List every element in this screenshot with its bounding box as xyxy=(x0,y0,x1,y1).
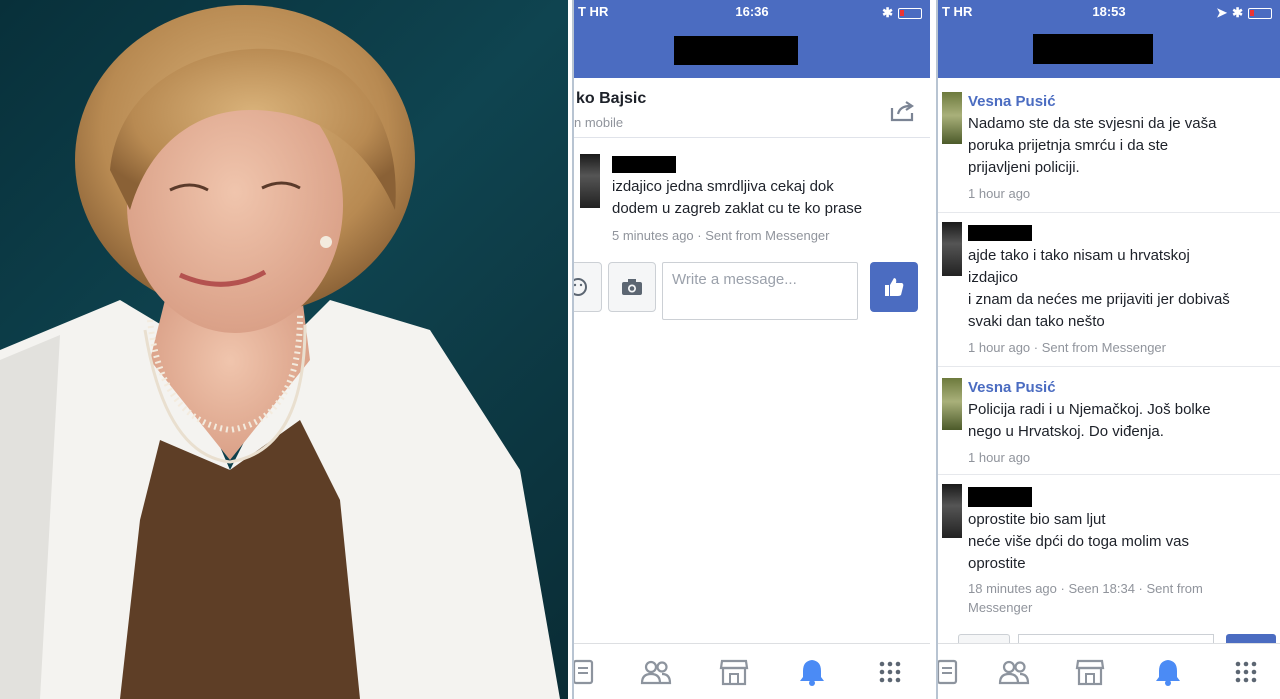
bottom-nav xyxy=(574,643,930,699)
messenger-screen-2: T HR 18:53 ➤ ✱ Vesna Pusić Nadamo ste da… xyxy=(936,0,1280,699)
messenger-screen-1: T HR 16:36 ✱ ko Bajsic n mobile izdajico… xyxy=(572,0,930,699)
message-meta: 1 hour ago xyxy=(968,450,1031,465)
message-input[interactable]: Write a message... xyxy=(662,262,858,320)
message-text: izdajico jedna smrdljiva cekaj dok dodem… xyxy=(612,178,863,217)
battery-icon xyxy=(898,7,922,19)
redacted-sender xyxy=(968,225,1032,241)
camera-button[interactable] xyxy=(608,262,656,312)
like-button[interactable] xyxy=(870,262,918,312)
friends-icon[interactable] xyxy=(640,656,672,688)
contact-name[interactable]: ko Bajsic xyxy=(576,90,646,108)
message-sender[interactable]: Vesna Pusić xyxy=(968,93,1056,110)
thumbs-up-icon xyxy=(885,278,904,296)
status-bar: T HR 16:36 ✱ xyxy=(574,0,930,24)
message-divider xyxy=(938,474,1280,475)
message-text: oprostite bio sam ljut neće više dpći do… xyxy=(968,511,1189,572)
message-meta: 1 hour ago · Sent from Messenger xyxy=(968,340,1166,355)
emoji-button[interactable] xyxy=(574,262,602,312)
avatar xyxy=(942,484,962,538)
redacted-sender xyxy=(612,156,676,173)
bottom-nav xyxy=(938,643,1280,699)
news-feed-icon[interactable] xyxy=(938,656,962,688)
message-divider xyxy=(938,366,1280,367)
battery-icon xyxy=(1248,7,1272,19)
message-sender[interactable]: Vesna Pusić xyxy=(968,379,1056,396)
message-meta: 18 minutes ago · Seen 18:34 · Sent from … xyxy=(968,581,1203,615)
message-divider xyxy=(938,212,1280,213)
message-text: Policija radi i u Njemačkoj. Još bolke n… xyxy=(968,401,1211,440)
avatar xyxy=(942,378,962,430)
menu-grid-icon[interactable] xyxy=(1230,656,1262,688)
marketplace-icon[interactable] xyxy=(718,656,750,688)
message-meta: 1 hour ago xyxy=(968,186,1031,201)
bluetooth-icon: ✱ xyxy=(1232,5,1243,20)
clock: 16:36 xyxy=(735,4,769,19)
message-meta: 5 minutes ago · Sent from Messenger xyxy=(612,228,830,243)
bluetooth-icon: ✱ xyxy=(882,5,893,20)
camera-icon xyxy=(622,279,642,295)
menu-grid-icon[interactable] xyxy=(874,656,906,688)
friends-icon[interactable] xyxy=(998,656,1030,688)
portrait-illustration xyxy=(0,5,560,699)
avatar xyxy=(942,92,962,144)
share-icon[interactable] xyxy=(890,100,916,122)
redacted-sender xyxy=(968,487,1032,507)
avatar xyxy=(580,154,600,208)
avatar xyxy=(942,222,962,276)
composer: Write a message... xyxy=(574,262,930,322)
message-text: Nadamo ste da ste svjesni da je vaša por… xyxy=(968,115,1217,176)
status-bar: T HR 18:53 ➤ ✱ xyxy=(938,0,1280,24)
title-bar xyxy=(574,24,930,78)
news-feed-icon[interactable] xyxy=(574,656,598,688)
redacted-title xyxy=(674,36,798,65)
title-bar xyxy=(938,24,1280,78)
portrait-photo xyxy=(0,0,568,699)
chat-header: ko Bajsic n mobile xyxy=(574,78,930,138)
notifications-bell-icon[interactable] xyxy=(1152,656,1184,688)
message-text: ajde tako i tako nisam u hrvatskoj izdaj… xyxy=(968,247,1230,330)
notifications-bell-icon[interactable] xyxy=(796,656,828,688)
marketplace-icon[interactable] xyxy=(1074,656,1106,688)
contact-status: n mobile xyxy=(574,115,624,130)
emoji-icon xyxy=(574,278,587,296)
location-icon: ➤ xyxy=(1216,5,1228,20)
redacted-title xyxy=(1033,34,1153,64)
